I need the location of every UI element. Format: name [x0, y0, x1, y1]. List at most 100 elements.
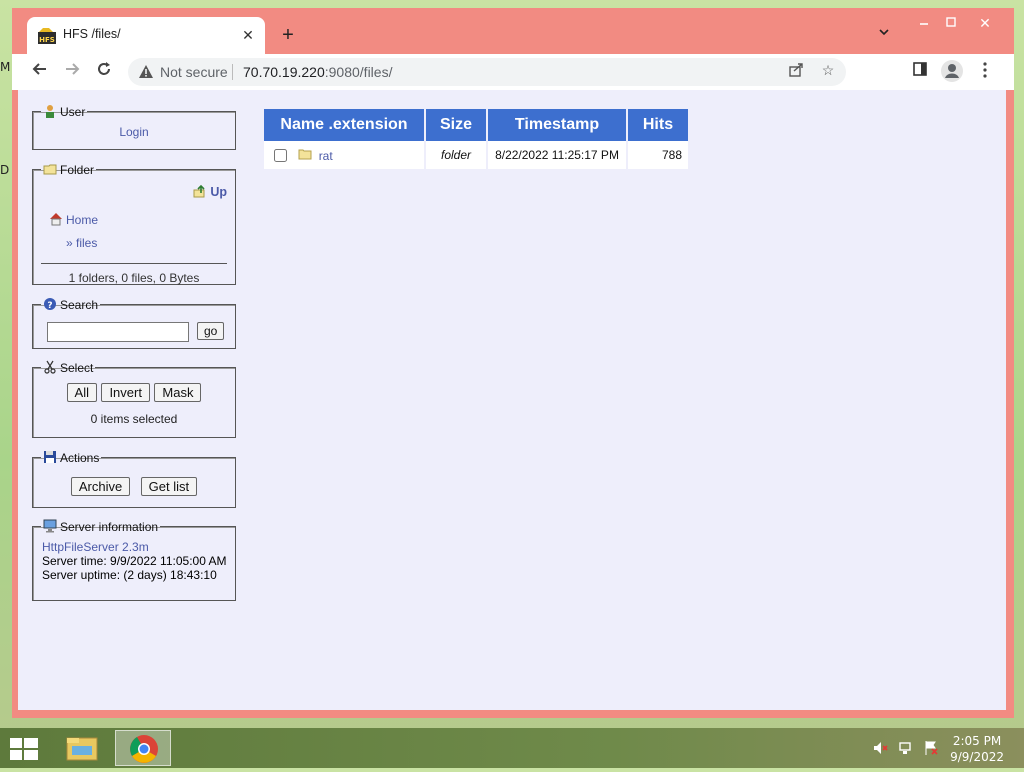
close-window-button[interactable]: ✕ — [970, 12, 1000, 34]
back-arrow-icon[interactable] — [28, 60, 52, 84]
desktop-edge-letter: M — [0, 60, 11, 74]
user-panel: User Login — [32, 104, 236, 150]
url-text[interactable]: 70.70.19.220:9080/files/ — [243, 64, 392, 80]
folder-panel: Folder Up Home » files 1 folders, 0 file… — [32, 162, 236, 285]
archive-button[interactable]: Archive — [70, 477, 131, 496]
side-panel-icon[interactable] — [910, 62, 930, 82]
folder-open-icon — [43, 164, 57, 175]
folder-divider — [41, 263, 227, 264]
menu-kebab-icon[interactable] — [975, 62, 995, 82]
search-go-button[interactable]: go — [197, 322, 225, 340]
up-link[interactable]: Up — [210, 185, 227, 199]
maximize-button[interactable] — [936, 12, 966, 34]
title-bar: HFS HFS /files/ ✕ + ✕ — [12, 8, 1014, 54]
address-bar[interactable]: Not secure 70.70.19.220:9080/files/ ☆ — [128, 58, 846, 86]
file-explorer-taskbar-button[interactable] — [54, 730, 110, 766]
browser-toolbar: Not secure 70.70.19.220:9080/files/ ☆ — [12, 54, 1014, 90]
timestamp-cell: 8/22/2022 11:25:17 PM — [488, 141, 626, 169]
svg-text:?: ? — [47, 301, 52, 311]
select-all-button[interactable]: All — [66, 383, 97, 402]
search-legend: ? Search — [41, 297, 100, 312]
page-viewport: User Login Folder Up Home » files 1 fold… — [18, 90, 1006, 710]
search-legend-label: Search — [60, 298, 99, 312]
browser-window: HFS HFS /files/ ✕ + ✕ Not secure 70.70.1… — [12, 8, 1014, 718]
minimize-button[interactable] — [909, 12, 939, 34]
windows-start-icon[interactable] — [10, 738, 38, 760]
server-legend-label: Server information — [60, 520, 159, 534]
get-list-button[interactable]: Get list — [140, 477, 198, 496]
chrome-icon — [130, 735, 158, 763]
taskbar-clock[interactable]: 2:05 PM 9/9/2022 — [950, 733, 1004, 765]
reload-icon[interactable] — [92, 60, 116, 84]
desktop-edge-letter: D — [0, 163, 10, 177]
select-legend: Select — [41, 360, 95, 375]
folder-icon — [298, 149, 312, 160]
home-link-wrap[interactable]: Home — [49, 211, 98, 229]
actions-legend-label: Actions — [60, 451, 100, 465]
home-link[interactable]: Home — [66, 213, 98, 227]
actions-panel: Actions Archive Get list — [32, 450, 236, 508]
folder-summary: 1 folders, 0 files, 0 Bytes — [68, 271, 200, 285]
server-uptime: Server uptime: (2 days) 18:43:10 — [42, 568, 217, 582]
user-legend: User — [41, 104, 87, 119]
actions-legend: Actions — [41, 450, 101, 465]
up-link-wrap[interactable]: Up — [193, 183, 227, 201]
svg-text:HFS: HFS — [39, 36, 55, 44]
action-center-flag-icon[interactable] — [923, 740, 939, 756]
omnibox-divider — [232, 64, 233, 80]
selection-status: 0 items selected — [90, 412, 178, 426]
server-info-panel: Server information HttpFileServer 2.3m S… — [32, 519, 236, 601]
profile-avatar-icon[interactable] — [941, 60, 963, 82]
warning-triangle-icon — [139, 65, 153, 78]
server-legend: Server information — [41, 519, 160, 534]
tab-title: HFS /files/ — [63, 27, 121, 41]
login-link[interactable]: Login — [119, 125, 148, 139]
hfs-favicon-icon: HFS — [38, 28, 56, 44]
hits-cell: 788 — [628, 141, 688, 169]
search-input[interactable] — [47, 322, 189, 342]
user-legend-label: User — [60, 105, 86, 119]
column-header-timestamp[interactable]: Timestamp — [488, 109, 626, 141]
tab-search-chevron-icon[interactable] — [874, 26, 894, 46]
column-header-size[interactable]: Size — [426, 109, 486, 141]
tab-close-icon[interactable]: ✕ — [237, 24, 259, 46]
chrome-taskbar-button[interactable] — [115, 730, 171, 766]
mask-button[interactable]: Mask — [154, 383, 202, 402]
network-icon[interactable] — [898, 740, 914, 756]
search-panel: ? Search go — [32, 297, 236, 349]
files-table-header-row: Name .extension Size Timestamp Hits — [264, 109, 688, 141]
url-path: :9080/files/ — [324, 64, 393, 80]
row-checkbox[interactable] — [274, 149, 287, 162]
column-header-hits[interactable]: Hits — [628, 109, 688, 141]
select-legend-label: Select — [60, 361, 94, 375]
forward-arrow-icon[interactable] — [60, 60, 84, 84]
folder-legend-label: Folder — [60, 163, 95, 177]
server-time: Server time: 9/9/2022 11:05:00 AM — [42, 554, 227, 568]
user-icon — [46, 105, 54, 118]
save-disk-icon — [44, 451, 56, 463]
hfs-version-link[interactable]: HttpFileServer 2.3m — [42, 540, 149, 554]
files-table: Name .extension Size Timestamp Hits rat … — [262, 109, 690, 169]
share-icon[interactable] — [786, 62, 806, 82]
taskbar: 2:05 PM 9/9/2022 — [0, 728, 1024, 768]
invert-selection-button[interactable]: Invert — [101, 383, 150, 402]
folder-legend: Folder — [41, 162, 96, 177]
browser-tab[interactable]: HFS HFS /files/ ✕ — [27, 17, 265, 54]
select-panel: Select All Invert Mask 0 items selected — [32, 360, 236, 438]
help-icon: ? — [44, 298, 56, 311]
current-folder-link[interactable]: » files — [66, 236, 97, 250]
volume-muted-icon[interactable] — [873, 740, 889, 756]
new-tab-button[interactable]: + — [276, 24, 300, 48]
clock-time: 2:05 PM — [952, 734, 1002, 748]
computer-icon — [43, 519, 57, 533]
file-explorer-icon — [66, 737, 98, 761]
bookmark-star-icon[interactable]: ☆ — [818, 62, 838, 82]
folder-link-rat[interactable]: rat — [319, 149, 333, 163]
name-cell: rat — [264, 141, 424, 169]
not-secure-label[interactable]: Not secure — [160, 64, 228, 80]
table-row: rat folder 8/22/2022 11:25:17 PM 788 — [264, 141, 688, 169]
scissors-icon — [44, 360, 56, 374]
clock-date: 9/9/2022 — [950, 750, 1004, 764]
up-arrow-folder-icon — [193, 184, 205, 198]
column-header-name[interactable]: Name .extension — [264, 109, 424, 141]
